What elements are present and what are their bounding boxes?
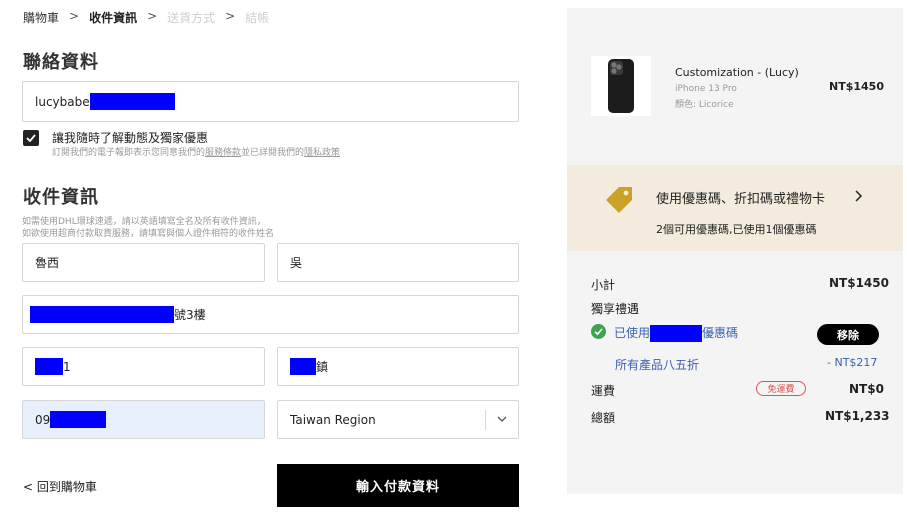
city-field[interactable]: 1 xyxy=(22,347,265,386)
breadcrumb-checkout: 結帳 xyxy=(245,11,270,25)
phone-case-image xyxy=(608,59,634,113)
district-value: 鎮 xyxy=(316,360,329,374)
check-icon xyxy=(26,134,36,142)
privacy-link[interactable]: 隱私政策 xyxy=(304,148,340,158)
shipping-hint-line: 如需使用DHL環球速遞，請以英語填寫全名及所有收件資訊， xyxy=(22,217,266,227)
shipping-title: 收件資訊 xyxy=(23,187,99,208)
coupon-link[interactable]: 使用優惠碼、折扣碼或禮物卡 xyxy=(656,188,825,207)
phone-value: 09 xyxy=(35,412,51,427)
tag-icon xyxy=(606,187,632,213)
marketing-label: 讓我隨時了解動態及獨家優惠 xyxy=(52,131,209,145)
address-field[interactable]: 號3樓 xyxy=(22,295,519,334)
product-name: Customization - (Lucy) xyxy=(675,66,799,79)
product-thumbnail xyxy=(591,56,651,116)
continue-to-payment-button[interactable]: 輸入付款資料 xyxy=(277,464,519,507)
city-value: 1 xyxy=(63,359,71,374)
shipping-fee-label: 運費 xyxy=(591,384,616,398)
breadcrumb: 購物車 > 收件資訊 > 送貨方式 > 結帳 xyxy=(23,9,269,26)
district-field[interactable]: 鎮 xyxy=(277,347,519,386)
breadcrumb-cart[interactable]: 購物車 xyxy=(23,9,59,26)
breadcrumb-shipping-info: 收件資訊 xyxy=(89,11,138,25)
product-color: 顏色: Licorice xyxy=(675,100,734,110)
free-shipping-badge: 免運費 xyxy=(756,381,806,396)
total-value: NT$1,233 xyxy=(825,409,890,423)
first-name-value: 魯西 xyxy=(35,256,60,270)
marketing-hint-text: 訂閱我們的電子報即表示您同意我們的 xyxy=(52,148,206,158)
address-value: 號3樓 xyxy=(174,308,206,322)
contact-title: 聯絡資料 xyxy=(23,52,99,73)
discount-label: 所有產品八五折 xyxy=(615,358,700,372)
chevron-down-icon xyxy=(497,416,507,422)
breadcrumb-separator: > xyxy=(147,9,158,23)
breadcrumb-delivery: 送貨方式 xyxy=(167,11,216,25)
last-name-field[interactable]: 吳 xyxy=(277,243,519,282)
redacted-block xyxy=(30,306,174,323)
exclusive-offer-label: 獨享禮遇 xyxy=(591,302,640,316)
last-name-value: 吳 xyxy=(290,256,303,270)
product-price: NT$1450 xyxy=(829,80,884,93)
email-field[interactable]: lucybabe xyxy=(22,81,519,122)
breadcrumb-separator: > xyxy=(69,9,80,23)
subtotal-label: 小計 xyxy=(591,278,616,292)
redacted-block xyxy=(89,93,175,110)
product-model: iPhone 13 Pro xyxy=(675,84,737,94)
region-value: Taiwan Region xyxy=(290,412,376,427)
terms-link[interactable]: 服務條款 xyxy=(205,148,241,158)
shipping-fee-value: NT$0 xyxy=(849,382,884,396)
check-circle-icon xyxy=(591,324,606,339)
select-divider xyxy=(485,410,486,430)
chevron-right-icon[interactable] xyxy=(855,190,863,202)
coupon-status: 2個可用優惠碼,已使用1個優惠碼 xyxy=(656,223,817,236)
back-to-cart-link[interactable]: < 回到購物車 xyxy=(23,478,97,495)
redacted-block xyxy=(290,358,316,375)
applied-coupon-prefix: 已使用 xyxy=(614,326,651,340)
applied-coupon-suffix: 優惠碼 xyxy=(702,326,739,340)
phone-field[interactable]: 09 xyxy=(22,400,265,439)
discount-value: - NT$217 xyxy=(827,356,878,369)
first-name-field[interactable]: 魯西 xyxy=(22,243,265,282)
email-value: lucybabe xyxy=(35,94,90,109)
shipping-hint: 如需使用DHL環球速遞，請以英語填寫全名及所有收件資訊， 如欲使用超商付款取貨服… xyxy=(22,216,274,240)
marketing-hint: 訂閱我們的電子報即表示您同意我們的服務條款並已詳閱我們的隱私政策 xyxy=(52,147,340,159)
shipping-hint-line: 如欲使用超商付款取貨服務，請填寫與個人證件相符的收件姓名 xyxy=(22,229,275,239)
redacted-block xyxy=(35,358,63,375)
redacted-block xyxy=(50,411,107,428)
subtotal-value: NT$1450 xyxy=(829,276,889,290)
marketing-hint-text: 並已詳閱我們的 xyxy=(241,148,305,158)
total-label: 總額 xyxy=(591,411,616,425)
remove-coupon-button[interactable]: 移除 xyxy=(817,324,879,345)
breadcrumb-separator: > xyxy=(225,9,236,23)
marketing-checkbox[interactable] xyxy=(23,130,39,146)
applied-coupon: 已使用 優惠碼 xyxy=(614,324,738,342)
redacted-block xyxy=(650,325,703,342)
region-select[interactable]: Taiwan Region xyxy=(277,400,519,439)
